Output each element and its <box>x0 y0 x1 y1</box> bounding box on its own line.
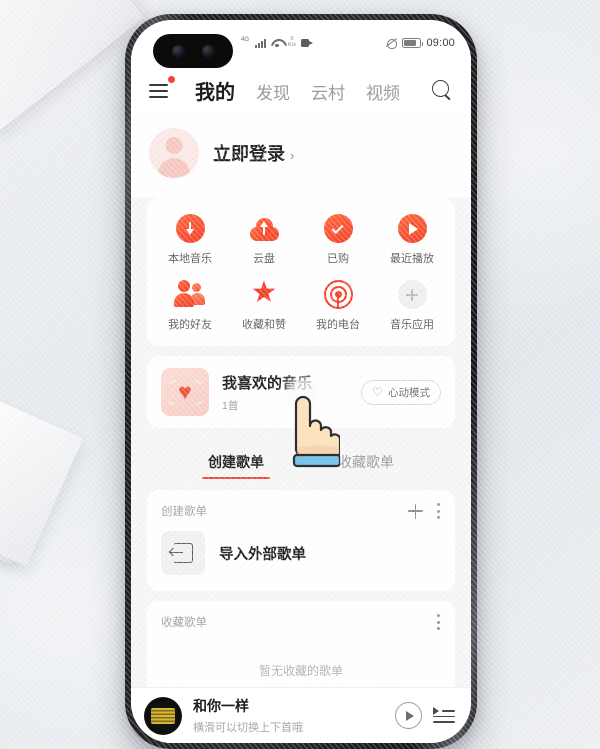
camera-cutout <box>153 34 233 68</box>
star-icon: ★ <box>250 276 278 309</box>
camera-lens-icon <box>201 44 215 58</box>
created-playlists-header: 创建歌单 <box>147 490 455 525</box>
quick-label: 已购 <box>327 253 349 265</box>
desk-scene: 4G 0 K/s 09:00 我的 发现 云村 视频 立即登录 › 本地音乐 云… <box>0 0 600 749</box>
quick-actions-grid: 本地音乐 云盘 已购 最近播放 我的好友 ★ 收藏和赞 我的电台 音乐应用 <box>147 198 455 346</box>
battery-icon <box>402 38 424 48</box>
login-row[interactable]: 立即登录 › <box>131 114 471 198</box>
playlist-icon[interactable] <box>433 707 455 724</box>
mini-player-meta: 和你一样 横滑可以切换上下首哦 <box>193 696 384 735</box>
favorite-playlists-header: 收藏歌单 <box>147 601 455 636</box>
tab-video[interactable]: 视频 <box>366 79 400 104</box>
app-header: 我的 发现 云村 视频 <box>131 66 471 114</box>
quick-my-radio[interactable]: 我的电台 <box>301 280 375 332</box>
login-text: 立即登录 <box>213 144 285 164</box>
signal-icon <box>255 38 267 48</box>
created-playlists-card: 创建歌单 导入外部歌单 <box>147 490 455 591</box>
login-label: 立即登录 › <box>213 140 294 166</box>
phone-device: 4G 0 K/s 09:00 我的 发现 云村 视频 立即登录 › 本地音乐 云… <box>125 14 477 749</box>
liked-music-title: 我喜欢的音乐 <box>222 374 313 392</box>
playlist-tabs: 创建歌单 收藏歌单 <box>131 438 471 490</box>
wifi-icon <box>271 38 283 48</box>
quick-label: 最近播放 <box>390 253 434 265</box>
radio-icon <box>323 280 353 309</box>
tab-created-playlists[interactable]: 创建歌单 <box>202 452 270 479</box>
now-playing-title: 和你一样 <box>193 698 249 714</box>
created-playlists-actions <box>408 503 441 519</box>
paper-prop-bottom-back <box>0 415 50 565</box>
camera-lens-icon <box>171 44 185 58</box>
plus-circle-icon <box>397 280 427 309</box>
data-rate-icon: 0 K/s <box>288 36 296 48</box>
app-screen: 4G 0 K/s 09:00 我的 发现 云村 视频 立即登录 › 本地音乐 云… <box>131 20 471 743</box>
more-dots-icon[interactable] <box>437 614 441 630</box>
network-type-label: 4G <box>241 37 250 44</box>
tab-mine[interactable]: 我的 <box>195 76 235 105</box>
video-icon <box>300 39 313 47</box>
cloud-upload-icon <box>249 214 279 243</box>
quick-my-friends[interactable]: 我的好友 <box>153 280 227 332</box>
quick-local-music[interactable]: 本地音乐 <box>153 214 227 266</box>
tab-cloud-village[interactable]: 云村 <box>311 79 345 104</box>
liked-music-card[interactable]: ♥ 我喜欢的音乐 1首 ♡ 心动模式 <box>147 356 455 428</box>
quick-purchased[interactable]: 已购 <box>301 214 375 266</box>
play-icon[interactable] <box>395 702 422 729</box>
import-arrow-icon <box>161 531 205 575</box>
quick-label: 本地音乐 <box>168 253 212 265</box>
created-playlists-title: 创建歌单 <box>161 506 207 518</box>
quick-label: 我的电台 <box>316 319 360 331</box>
notification-dot-badge <box>168 76 175 83</box>
heartbeat-icon: ♡ <box>372 384 383 399</box>
paper-prop-bottom <box>0 389 84 567</box>
quick-music-apps[interactable]: 音乐应用 <box>375 280 449 332</box>
quick-label: 我的好友 <box>168 319 212 331</box>
search-icon[interactable] <box>431 79 453 101</box>
status-bar-right: 09:00 <box>386 37 455 49</box>
avatar <box>149 128 199 178</box>
quick-label: 收藏和赞 <box>242 319 286 331</box>
heartbeat-mode-button[interactable]: ♡ 心动模式 <box>361 379 441 405</box>
heartbeat-mode-label: 心动模式 <box>388 386 430 399</box>
quick-label: 云盘 <box>253 253 275 265</box>
friends-icon <box>173 280 205 309</box>
mute-icon <box>386 38 398 49</box>
album-art[interactable] <box>144 696 182 735</box>
liked-music-meta: 我喜欢的音乐 1首 <box>222 372 348 413</box>
quick-recent-played[interactable]: 最近播放 <box>375 214 449 266</box>
check-circle-icon <box>323 214 353 243</box>
tab-favorite-playlists[interactable]: 收藏歌单 <box>338 452 394 479</box>
favorite-playlists-actions <box>437 614 441 630</box>
quick-cloud-disk[interactable]: 云盘 <box>227 214 301 266</box>
import-playlist-label: 导入外部歌单 <box>219 546 306 563</box>
play-circle-icon <box>397 214 427 243</box>
top-nav-tabs: 我的 发现 云村 视频 <box>195 76 400 105</box>
phone-screen-bezel: 4G 0 K/s 09:00 我的 发现 云村 视频 立即登录 › 本地音乐 云… <box>131 20 471 743</box>
paper-prop-top-back <box>0 0 100 124</box>
tab-discover[interactable]: 发现 <box>256 79 290 104</box>
status-bar-left: 4G 0 K/s <box>241 36 313 49</box>
liked-music-count: 1首 <box>222 399 239 412</box>
quick-label: 音乐应用 <box>390 319 434 331</box>
download-circle-icon <box>175 214 205 243</box>
import-playlist-row[interactable]: 导入外部歌单 <box>147 525 455 591</box>
clock-label: 09:00 <box>426 37 455 49</box>
favorite-playlists-title: 收藏歌单 <box>161 617 207 629</box>
now-playing-hint: 横滑可以切换上下首哦 <box>193 722 303 734</box>
chevron-right-icon: › <box>290 148 295 163</box>
mini-player[interactable]: 和你一样 横滑可以切换上下首哦 <box>131 687 471 743</box>
heart-art-icon: ♥ <box>161 368 209 416</box>
more-dots-icon[interactable] <box>437 503 441 519</box>
paper-prop-top <box>0 0 145 135</box>
quick-collect-like[interactable]: ★ 收藏和赞 <box>227 276 301 332</box>
content-scroll-area[interactable]: 立即登录 › 本地音乐 云盘 已购 最近播放 我的好友 ★ 收藏和赞 我的电台 … <box>131 114 471 743</box>
quick-actions-card: 本地音乐 云盘 已购 最近播放 我的好友 ★ 收藏和赞 我的电台 音乐应用 <box>147 198 455 346</box>
plus-icon[interactable] <box>408 503 423 519</box>
hamburger-menu-icon[interactable] <box>149 76 175 98</box>
liked-music-row[interactable]: ♥ 我喜欢的音乐 1首 ♡ 心动模式 <box>147 356 455 428</box>
